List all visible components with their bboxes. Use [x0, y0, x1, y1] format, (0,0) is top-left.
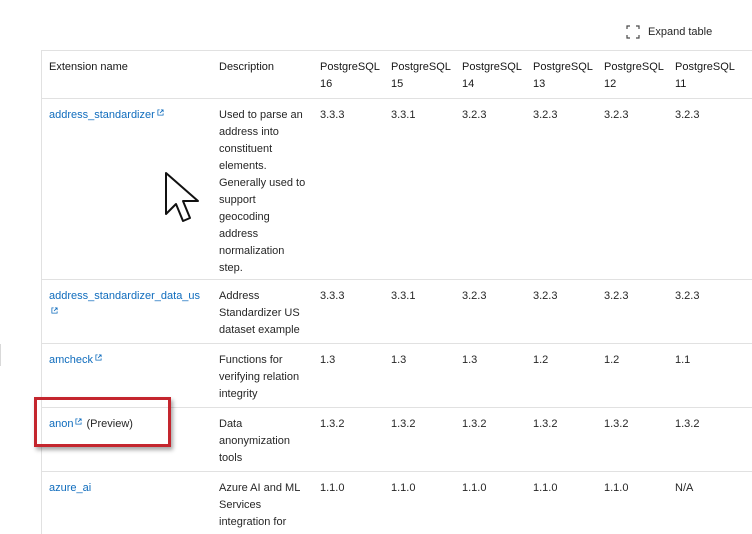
- cell-description: Azure AI and ML Services integration for: [212, 472, 313, 534]
- mouse-cursor-icon: [162, 170, 206, 230]
- cell-extension-name: azure_ai: [42, 472, 212, 534]
- cell-pg14: 3.2.3: [455, 99, 526, 280]
- cell-pg11: N/A: [668, 472, 752, 534]
- cell-pg13: 3.2.3: [526, 99, 597, 280]
- table-header-row: Extension name Description PostgreSQL16 …: [42, 51, 752, 99]
- cell-pg12: 1.2: [597, 344, 668, 408]
- cell-pg11: 1.3.2: [668, 408, 752, 472]
- col-pg16: PostgreSQL16: [313, 51, 384, 99]
- extensions-table-container[interactable]: Extension name Description PostgreSQL16 …: [41, 50, 752, 534]
- cell-pg16: 3.3.3: [313, 280, 384, 344]
- col-pg13: PostgreSQL13: [526, 51, 597, 99]
- table-row: address_standardizer Used to parse an ad…: [42, 99, 752, 280]
- col-pg14: PostgreSQL14: [455, 51, 526, 99]
- cell-pg12: 1.3.2: [597, 408, 668, 472]
- cell-description: Data anonymization tools: [212, 408, 313, 472]
- cell-pg16: 1.1.0: [313, 472, 384, 534]
- cell-pg13: 1.2: [526, 344, 597, 408]
- cell-pg15: 3.3.1: [384, 99, 455, 280]
- cell-pg16: 1.3: [313, 344, 384, 408]
- cell-pg12: 3.2.3: [597, 99, 668, 280]
- col-pg15: PostgreSQL15: [384, 51, 455, 99]
- cell-pg14: 3.2.3: [455, 280, 526, 344]
- extension-link[interactable]: amcheck: [49, 354, 93, 366]
- col-pg12: PostgreSQL12: [597, 51, 668, 99]
- cell-description: Functions for verifying relation integri…: [212, 344, 313, 408]
- anon-highlight-box: [34, 397, 171, 447]
- cell-pg16: 1.3.2: [313, 408, 384, 472]
- cell-pg15: 1.1.0: [384, 472, 455, 534]
- expand-table-label: Expand table: [648, 26, 712, 38]
- cell-pg16: 3.3.3: [313, 99, 384, 280]
- cell-pg11: 3.2.3: [668, 280, 752, 344]
- expand-table-button[interactable]: Expand table: [626, 23, 746, 41]
- page-edge-marker: [0, 344, 1, 366]
- cell-description: Used to parse an address into constituen…: [212, 99, 313, 280]
- cell-pg15: 1.3.2: [384, 408, 455, 472]
- col-extension-name: Extension name: [42, 51, 212, 99]
- cell-pg13: 1.1.0: [526, 472, 597, 534]
- cell-description: Address Standardizer US dataset example: [212, 280, 313, 344]
- cell-pg14: 1.1.0: [455, 472, 526, 534]
- external-link-icon: [95, 354, 102, 361]
- cell-pg13: 1.3.2: [526, 408, 597, 472]
- table-row: azure_ai Azure AI and ML Services integr…: [42, 472, 752, 534]
- col-description: Description: [212, 51, 313, 99]
- external-link-icon: [51, 307, 58, 314]
- cell-pg15: 1.3: [384, 344, 455, 408]
- cell-extension-name: address_standardizer_data_us: [42, 280, 212, 344]
- extension-link[interactable]: address_standardizer_data_us: [49, 290, 200, 302]
- cell-pg14: 1.3.2: [455, 408, 526, 472]
- col-pg11: PostgreSQL11: [668, 51, 752, 99]
- cell-pg12: 3.2.3: [597, 280, 668, 344]
- external-link-icon: [157, 109, 164, 116]
- expand-icon: [626, 25, 640, 39]
- cell-pg13: 3.2.3: [526, 280, 597, 344]
- cell-pg14: 1.3: [455, 344, 526, 408]
- cell-pg11: 3.2.3: [668, 99, 752, 280]
- extensions-table: Extension name Description PostgreSQL16 …: [42, 51, 752, 534]
- cell-pg15: 3.3.1: [384, 280, 455, 344]
- cell-pg11: 1.1: [668, 344, 752, 408]
- cell-pg12: 1.1.0: [597, 472, 668, 534]
- extension-link[interactable]: azure_ai: [49, 482, 91, 494]
- extension-link[interactable]: address_standardizer: [49, 109, 155, 121]
- table-row: address_standardizer_data_us Address Sta…: [42, 280, 752, 344]
